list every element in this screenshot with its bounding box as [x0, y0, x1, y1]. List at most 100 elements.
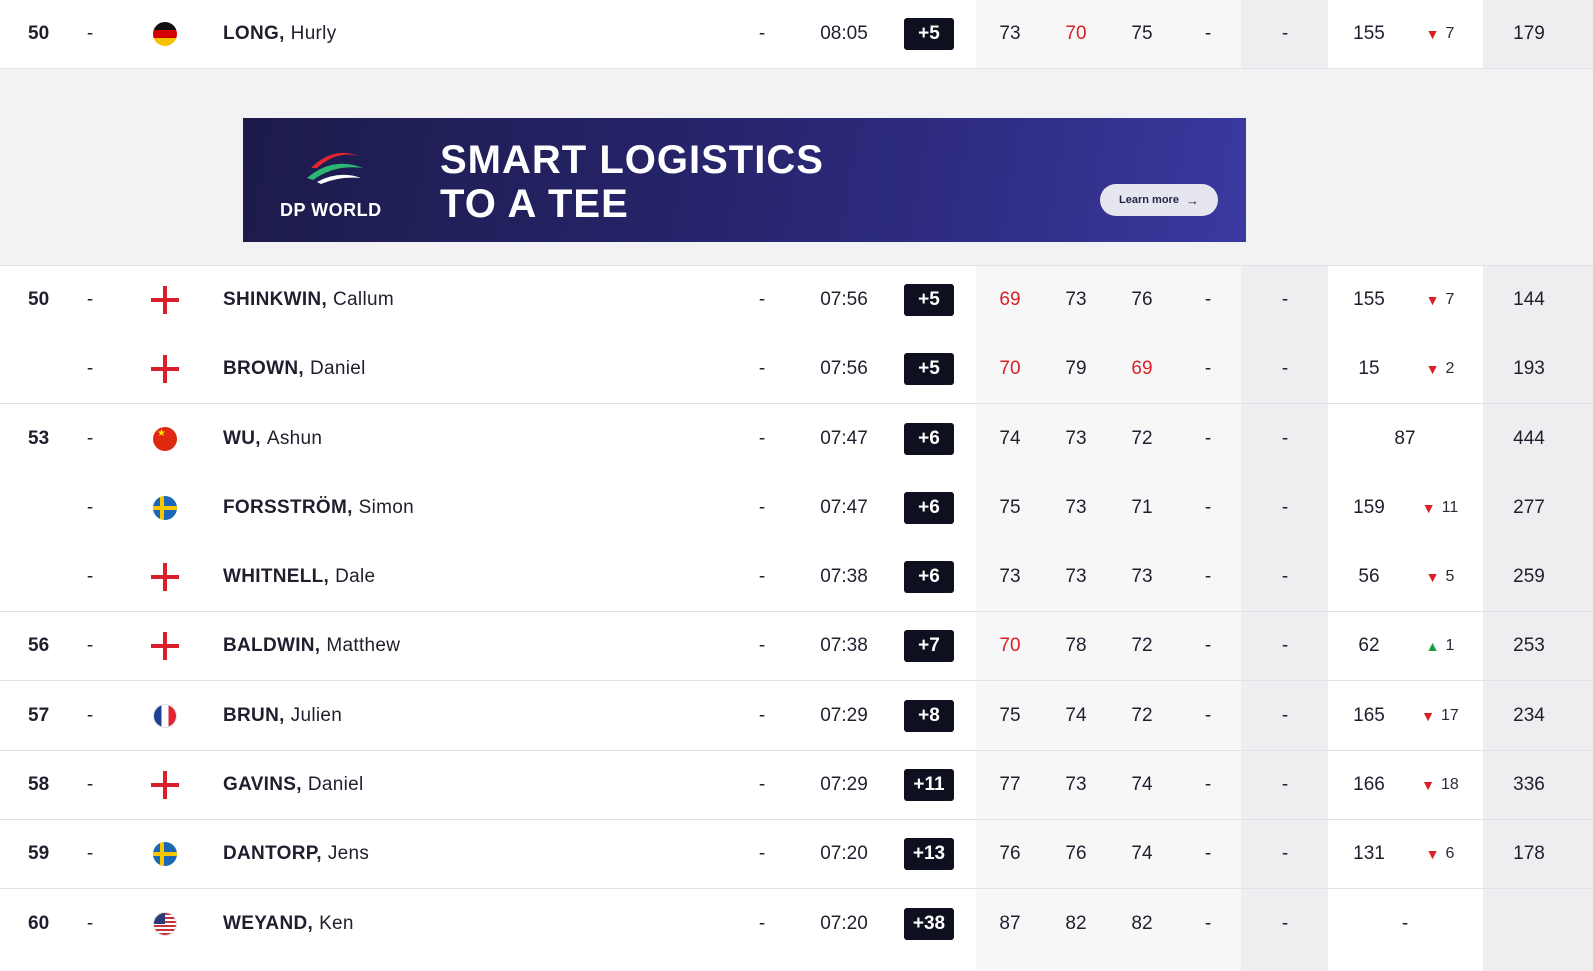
round-3-score: 69	[1131, 357, 1153, 379]
round-1-score: 74	[999, 427, 1021, 449]
rank-change-value: 18	[1441, 775, 1459, 793]
score-badge: +38	[903, 889, 955, 958]
thru: -	[758, 23, 766, 44]
rank-change: ▼ 6	[1408, 819, 1472, 888]
table-row[interactable]: 60 - WEYAND, Ken - 07:20 +38 87 82 82 - …	[0, 889, 1593, 958]
player-name-link[interactable]: WEYAND, Ken	[223, 889, 723, 958]
thru: -	[758, 496, 766, 518]
movement: -	[86, 912, 94, 934]
player-name-link[interactable]: WHITNELL, Dale	[223, 542, 723, 611]
score-badge: +5	[903, 265, 955, 334]
dp-world-logo-icon	[307, 152, 363, 184]
position	[18, 334, 74, 403]
table-row[interactable]: 58 - GAVINS, Daniel - 07:29 +11 77 73 74…	[0, 750, 1593, 820]
round-4-score: -	[1204, 565, 1212, 587]
score-value: +11	[904, 768, 954, 801]
rank-change-value: 5	[1445, 567, 1455, 585]
score-badge: +13	[903, 819, 955, 888]
points: 259	[1513, 565, 1545, 587]
table-row[interactable]: 56 - BALDWIN, Matthew - 07:38 +7 70 78 7…	[0, 611, 1593, 681]
round-2-score: 73	[1065, 496, 1087, 518]
ad-brand: DP WORLD	[280, 200, 382, 220]
score-value: +38	[904, 907, 954, 940]
rank-change: ▼ 11	[1408, 473, 1472, 542]
points: 144	[1513, 288, 1545, 310]
position: 56	[28, 634, 50, 656]
total-score: -	[1281, 357, 1289, 379]
table-row[interactable]: 57 - BRUN, Julien - 07:29 +8 75 74 72 - …	[0, 681, 1593, 751]
table-row[interactable]: 53 - WU, Ashun - 07:47 +6 74 73 72 - - 8…	[0, 404, 1593, 473]
player-last-name: SHINKWIN,	[223, 288, 328, 310]
round-4-score: -	[1204, 704, 1212, 726]
tee-time: 07:47	[820, 496, 868, 518]
table-row[interactable]: 50 - LONG, Hurly - 08:05 +5 73 70 75 - -…	[0, 0, 1593, 69]
player-name-link[interactable]: GAVINS, Daniel	[223, 750, 723, 819]
tee-time: 07:20	[820, 842, 868, 864]
rank-change-value: 11	[1441, 498, 1459, 516]
table-row[interactable]: 59 - DANTORP, Jens - 07:20 +13 76 76 74 …	[0, 819, 1593, 889]
movement: -	[86, 496, 94, 518]
player-first-name: Hurly	[290, 23, 337, 44]
rank-change-value: 6	[1445, 844, 1455, 862]
player-name-link[interactable]: LONG, Hurly	[223, 0, 723, 68]
player-name-link[interactable]: FORSSTRÖM, Simon	[223, 473, 723, 542]
round-3-score: 76	[1131, 288, 1153, 310]
table-row[interactable]: - WHITNELL, Dale - 07:38 +6 73 73 73 - -…	[0, 542, 1593, 612]
rank-change: ▼ 7	[1408, 0, 1472, 68]
flag-cell	[150, 889, 180, 958]
player-last-name: BALDWIN,	[223, 634, 321, 656]
player-first-name: Dale	[335, 565, 376, 587]
points: 179	[1513, 23, 1545, 44]
player-name-link[interactable]: BRUN, Julien	[223, 681, 723, 750]
table-row[interactable]: - FORSSTRÖM, Simon - 07:47 +6 75 73 71 -…	[0, 473, 1593, 542]
tee-time: 07:29	[820, 704, 868, 726]
dp-world-banner-ad[interactable]: DP WORLD SMART LOGISTICS TO A TEE Learn …	[243, 118, 1246, 242]
player-name-link[interactable]: DANTORP, Jens	[223, 819, 723, 888]
round-4-score: -	[1204, 773, 1212, 795]
arrow-down-icon: ▼	[1425, 845, 1440, 862]
learn-more-button[interactable]: Learn more →	[1100, 184, 1218, 216]
points: 234	[1513, 704, 1545, 726]
score-badge: +8	[903, 681, 955, 750]
player-name-link[interactable]: SHINKWIN, Callum	[223, 265, 723, 334]
table-row[interactable]: - BROWN, Daniel - 07:56 +5 70 79 69 - - …	[0, 334, 1593, 404]
arrow-down-icon: ▼	[1425, 291, 1440, 308]
position: 60	[28, 912, 50, 934]
score-badge: +11	[903, 750, 955, 819]
score-badge: +6	[903, 542, 955, 611]
player-name-link[interactable]: WU, Ashun	[223, 404, 723, 473]
position: 57	[28, 704, 50, 726]
score-value: +6	[904, 491, 954, 524]
table-row[interactable]: 50 - SHINKWIN, Callum - 07:56 +5 69 73 7…	[0, 265, 1593, 334]
score-value: +13	[904, 837, 954, 870]
player-last-name: BRUN,	[223, 704, 285, 726]
total-score: -	[1281, 842, 1289, 864]
score-value: +6	[904, 422, 954, 455]
round-4-score: -	[1204, 357, 1212, 379]
player-name-link[interactable]: BALDWIN, Matthew	[223, 611, 723, 680]
germany-flag-icon	[153, 22, 177, 46]
score-value: +5	[904, 283, 954, 316]
thru: -	[758, 773, 766, 795]
movement: -	[86, 357, 94, 379]
ad-slot: DP WORLD SMART LOGISTICS TO A TEE Learn …	[0, 69, 1593, 266]
movement: -	[86, 704, 94, 726]
tee-time: 07:20	[820, 912, 868, 934]
round-3-score: 82	[1131, 912, 1153, 934]
world-rank: 56	[1358, 565, 1380, 587]
world-rank: 155	[1353, 23, 1385, 44]
rank-change-value: 7	[1445, 290, 1455, 308]
score-value: +7	[904, 629, 954, 662]
player-last-name: WU,	[223, 427, 261, 449]
total-score: -	[1281, 704, 1289, 726]
round-1-score: 75	[999, 704, 1021, 726]
tee-time: 07:38	[820, 565, 868, 587]
player-first-name: Ken	[319, 912, 354, 934]
rank-change: ▼ 7	[1408, 265, 1472, 334]
round-2-score: 79	[1065, 357, 1087, 379]
round-2-score: 73	[1065, 565, 1087, 587]
player-name-link[interactable]: BROWN, Daniel	[223, 334, 723, 403]
world-rank: -	[1401, 912, 1409, 934]
rank-change-value: 1	[1445, 636, 1455, 654]
movement: -	[86, 427, 94, 449]
